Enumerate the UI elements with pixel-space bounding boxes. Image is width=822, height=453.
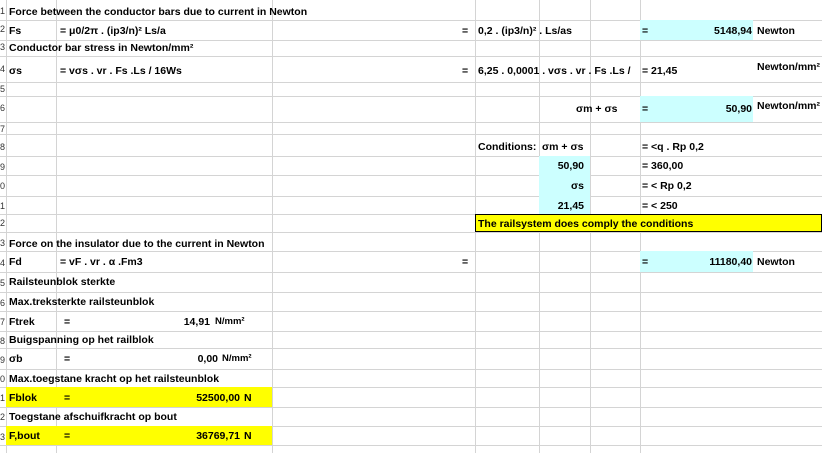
row-header[interactable]: 4: [0, 258, 5, 268]
fs-label[interactable]: Fs: [9, 24, 21, 38]
row-header[interactable]: 2: [0, 412, 5, 422]
row-header[interactable]: 0: [0, 374, 5, 384]
row-header[interactable]: 2: [0, 24, 5, 34]
sum-stress-unit[interactable]: Newton/mm²: [757, 99, 820, 113]
section-title-bar-stress[interactable]: Conductor bar stress in Newton/mm²: [9, 41, 193, 55]
conditions-label[interactable]: Conditions:: [478, 140, 536, 154]
fbout-unit[interactable]: N: [244, 429, 252, 443]
sigma-b-label[interactable]: σb: [9, 352, 23, 366]
grid-line: [0, 272, 822, 273]
row-header[interactable]: 0: [0, 181, 5, 191]
fbout-equals[interactable]: =: [64, 429, 70, 443]
sigma-s-formula[interactable]: = vσs . vr . Fs .Ls / 16Ws: [60, 64, 182, 78]
grid-line: [0, 311, 822, 312]
grid-line: [0, 122, 822, 123]
row-header[interactable]: 1: [0, 6, 5, 16]
conditions-expression[interactable]: σm + σs: [542, 140, 584, 154]
grid-line: [6, 0, 7, 453]
comply-message[interactable]: The railsystem does comply the condition…: [478, 217, 693, 231]
sigma-b-unit[interactable]: N/mm²: [222, 352, 252, 366]
grid-line: [0, 445, 822, 446]
ftrek-unit[interactable]: N/mm²: [215, 315, 245, 329]
grid-line: [0, 407, 822, 408]
fs-value[interactable]: 5148,94: [650, 24, 752, 38]
row-header[interactable]: 8: [0, 336, 5, 346]
section-title-railsteunblok[interactable]: Railsteunblok sterkte: [9, 275, 115, 289]
condition-3[interactable]: = < Rp 0,2: [642, 179, 692, 193]
sum-stress-expression[interactable]: σm + σs: [576, 102, 618, 116]
row-header[interactable]: 5: [0, 278, 5, 288]
condition-value-2[interactable]: 21,45: [540, 199, 584, 213]
fs-equals[interactable]: =: [462, 24, 468, 38]
condition-value-1[interactable]: 50,90: [540, 159, 584, 173]
grid-line: [0, 175, 822, 176]
row-header[interactable]: 3: [0, 238, 5, 248]
row-header[interactable]: 6: [0, 103, 5, 113]
grid-line: [0, 369, 822, 370]
sigma-s-label[interactable]: σs: [9, 64, 22, 78]
toegstane-afschuif-label[interactable]: Toegstane afschuifkracht op bout: [9, 410, 177, 424]
fd-equals-result[interactable]: =: [642, 255, 648, 269]
grid-line: [0, 292, 822, 293]
fblok-value[interactable]: 52500,00: [150, 391, 240, 405]
grid-line: [0, 134, 822, 135]
fs-equals-result[interactable]: =: [642, 24, 648, 38]
fd-value[interactable]: 11180,40: [650, 255, 752, 269]
condition-sigma[interactable]: σs: [540, 179, 584, 193]
sigma-s-expression[interactable]: 6,25 . 0,0001 . vσs . vr . Fs .Ls /: [478, 64, 638, 78]
row-header[interactable]: 7: [0, 124, 5, 134]
row-header[interactable]: 2: [0, 218, 5, 228]
grid-line: [272, 0, 273, 453]
condition-2[interactable]: = 360,00: [642, 159, 683, 173]
row-header[interactable]: 7: [0, 317, 5, 327]
section-title-force-conductor[interactable]: Force between the conductor bars due to …: [9, 5, 307, 19]
condition-4[interactable]: = < 250: [642, 199, 678, 213]
ftrek-value[interactable]: 14,91: [150, 315, 210, 329]
grid-line: [0, 196, 822, 197]
spreadsheet-sheet: 1 2 3 4 5 6 7 8 9 0 1 2 3 4 5 6 7 8 9 0 …: [0, 0, 822, 453]
max-kracht-label[interactable]: Max.toegstane kracht op het railsteunblo…: [9, 372, 219, 386]
fd-label[interactable]: Fd: [9, 255, 22, 269]
grid-line: [0, 331, 822, 332]
row-header[interactable]: 5: [0, 84, 5, 94]
fblok-equals[interactable]: =: [64, 391, 70, 405]
sigma-s-equals[interactable]: =: [462, 64, 468, 78]
grid-line: [0, 156, 822, 157]
fs-expression[interactable]: 0,2 . (ip3/n)² . Ls/as: [478, 24, 572, 38]
row-header[interactable]: 3: [0, 42, 5, 52]
row-header[interactable]: 9: [0, 162, 5, 172]
buigspanning-label[interactable]: Buigspanning op het railblok: [9, 333, 154, 347]
max-treksterkte-label[interactable]: Max.treksterkte railsteunblok: [9, 295, 154, 309]
sigma-b-equals[interactable]: =: [64, 352, 70, 366]
fblok-unit[interactable]: N: [244, 391, 252, 405]
fbout-label[interactable]: F,bout: [9, 429, 40, 443]
fd-equals[interactable]: =: [462, 255, 468, 269]
row-header[interactable]: 1: [0, 201, 5, 211]
sigma-s-value[interactable]: = 21,45: [642, 64, 677, 78]
sum-stress-value[interactable]: 50,90: [650, 102, 752, 116]
fs-formula[interactable]: = μ0/2π . (ip3/n)² Ls/a: [60, 24, 166, 38]
row-header[interactable]: 1: [0, 393, 5, 403]
row-header[interactable]: 6: [0, 298, 5, 308]
grid-line: [0, 56, 822, 57]
fd-formula[interactable]: = vF . vr . α .Fm3: [60, 255, 143, 269]
fblok-label[interactable]: Fblok: [9, 391, 37, 405]
ftrek-equals[interactable]: =: [64, 315, 70, 329]
row-header[interactable]: 8: [0, 142, 5, 152]
row-header[interactable]: 4: [0, 64, 5, 74]
sigma-s-unit[interactable]: Newton/mm²: [757, 60, 820, 74]
condition-1[interactable]: = <q . Rp 0,2: [642, 140, 704, 154]
sigma-b-value[interactable]: 0,00: [150, 352, 218, 366]
ftrek-label[interactable]: Ftrek: [9, 315, 35, 329]
sum-stress-equals[interactable]: =: [642, 102, 648, 116]
fs-unit[interactable]: Newton: [757, 24, 795, 38]
fbout-value[interactable]: 36769,71: [150, 429, 240, 443]
fd-unit[interactable]: Newton: [757, 255, 795, 269]
row-header[interactable]: 3: [0, 432, 5, 442]
row-header[interactable]: 9: [0, 355, 5, 365]
grid-line: [0, 348, 822, 349]
grid-line: [0, 82, 822, 83]
section-title-insulator[interactable]: Force on the insulator due to the curren…: [9, 237, 265, 251]
grid-line: [0, 232, 822, 233]
